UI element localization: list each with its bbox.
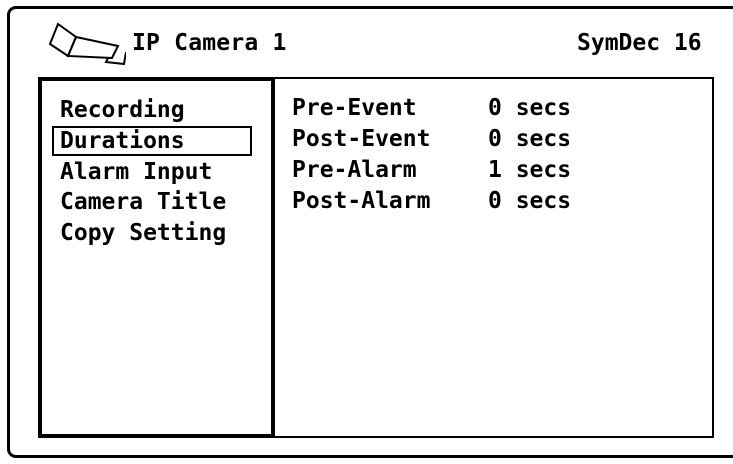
menu-item-alarm-input[interactable]: Alarm Input (60, 157, 212, 187)
date-label: SymDec 16 (577, 30, 702, 56)
menu-item-copy-setting[interactable]: Copy Setting (60, 218, 226, 248)
pre-alarm-label: Pre-Alarm (292, 157, 417, 183)
menu-item-camera-title[interactable]: Camera Title (60, 187, 226, 217)
pre-event-label: Pre-Event (292, 95, 417, 121)
pre-alarm-value[interactable]: 1 secs (488, 155, 571, 185)
side-menu: Recording Durations Alarm Input Camera T… (38, 77, 275, 438)
post-alarm-label: Post-Alarm (292, 188, 431, 214)
camera-title: IP Camera 1 (132, 30, 287, 56)
pre-event-value[interactable]: 0 secs (488, 93, 571, 123)
post-event-label: Post-Event (292, 126, 431, 152)
post-alarm-value[interactable]: 0 secs (488, 186, 571, 216)
menu-item-recording[interactable]: Recording (60, 95, 185, 125)
camera-icon (48, 22, 126, 66)
post-event-value[interactable]: 0 secs (488, 124, 571, 154)
menu-item-durations[interactable]: Durations (52, 126, 252, 156)
